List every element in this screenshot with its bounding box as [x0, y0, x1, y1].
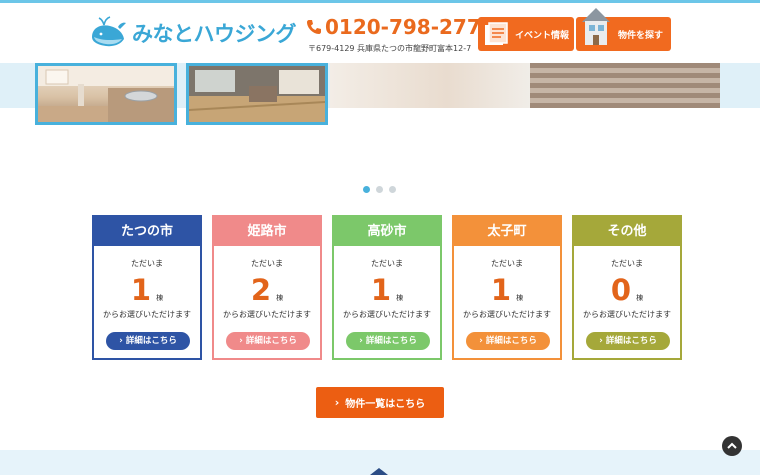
phone-icon [307, 20, 321, 34]
area-card-count-row: 1棟 [334, 273, 440, 307]
chevron-right-icon: › [334, 396, 340, 409]
area-card-count: 2 [250, 273, 272, 307]
footer-tab-marker [370, 468, 388, 475]
logo[interactable]: みなとハウジング [88, 13, 297, 53]
kitchen-photo [38, 66, 174, 122]
property-list-button[interactable]: › 物件一覧はこちら [316, 387, 444, 418]
area-card-detail-label: 詳細はこちら [245, 336, 297, 346]
area-card-himeji: 姫路市 ただいま 2棟 からお選びいただけます › 詳細はこちら [212, 215, 322, 360]
calendar-icon [485, 22, 508, 45]
area-card-title: 高砂市 [334, 217, 440, 246]
property-list-label: 物件一覧はこちら [345, 399, 426, 410]
area-card-taishi: 太子町 ただいま 1棟 からお選びいただけます › 詳細はこちら [452, 215, 562, 360]
phone-number-text: 0120-798-277 [325, 15, 481, 39]
area-card-title: たつの市 [94, 217, 200, 246]
property-search-button[interactable]: 物件を探す [576, 8, 671, 51]
slider-dot-3[interactable] [389, 186, 396, 193]
slider-dot-2[interactable] [376, 186, 383, 193]
area-cards: たつの市 ただいま 1棟 からお選びいただけます › 詳細はこちら 姫路市 ただい… [92, 215, 682, 360]
area-card-caption: からお選びいただけます [223, 310, 311, 319]
chevron-right-icon: › [359, 336, 363, 346]
area-card-unit: 棟 [396, 294, 404, 302]
area-card-detail-button[interactable]: › 詳細はこちら [346, 332, 430, 350]
area-card-now-label: ただいま [371, 259, 403, 268]
area-card-caption: からお選びいただけます [343, 310, 431, 319]
chevron-right-icon: › [239, 336, 243, 346]
area-card-count-row: 1棟 [454, 273, 560, 307]
chevron-right-icon: › [119, 336, 123, 346]
area-card-unit: 棟 [156, 294, 164, 302]
event-info-label: イベント情報 [515, 30, 570, 41]
area-card-unit: 棟 [636, 294, 644, 302]
slider-dot-1[interactable] [363, 186, 370, 193]
area-card-caption: からお選びいただけます [583, 310, 671, 319]
area-card-now-label: ただいま [131, 259, 163, 268]
area-card-count-row: 2棟 [214, 273, 320, 307]
area-card-count: 1 [490, 273, 512, 307]
area-card-detail-label: 詳細はこちら [365, 336, 417, 346]
whale-icon [92, 16, 126, 47]
chevron-right-icon: › [479, 336, 483, 346]
site-header: みなとハウジング 0120-798-277 〒679-4129 兵庫県たつの市龍… [0, 3, 760, 63]
area-card-count: 1 [130, 273, 152, 307]
hero-photo-sweater [530, 63, 720, 108]
property-search-label: 物件を探す [618, 30, 664, 41]
area-card-tatsuno: たつの市 ただいま 1棟 からお選びいただけます › 詳細はこちら [92, 215, 202, 360]
slider-thumbnail-living[interactable] [186, 63, 328, 125]
area-card-now-label: ただいま [611, 259, 643, 268]
back-to-top-button[interactable] [722, 436, 742, 456]
area-card-takasago: 高砂市 ただいま 1棟 からお選びいただけます › 詳細はこちら [332, 215, 442, 360]
event-info-button[interactable]: イベント情報 [478, 17, 574, 51]
living-room-photo [189, 66, 325, 122]
house-icon [582, 8, 610, 45]
area-card-caption: からお選びいただけます [463, 310, 551, 319]
area-card-caption: からお選びいただけます [103, 310, 191, 319]
area-card-detail-label: 詳細はこちら [485, 336, 537, 346]
slider-pagination [363, 186, 396, 193]
area-card-unit: 棟 [516, 294, 524, 302]
area-card-title: 姫路市 [214, 217, 320, 246]
area-card-count-row: 0棟 [574, 273, 680, 307]
area-card-unit: 棟 [276, 294, 284, 302]
area-card-detail-button[interactable]: › 詳細はこちら [586, 332, 670, 350]
area-card-count-row: 1棟 [94, 273, 200, 307]
company-address: 〒679-4129 兵庫県たつの市龍野町富本12-7 [308, 44, 472, 53]
area-card-detail-button[interactable]: › 詳細はこちら [106, 332, 190, 350]
area-card-title: その他 [574, 217, 680, 246]
area-card-detail-label: 詳細はこちら [125, 336, 177, 346]
logo-text: みなとハウジング [132, 22, 297, 46]
area-card-other: その他 ただいま 0棟 からお選びいただけます › 詳細はこちら [572, 215, 682, 360]
phone-number[interactable]: 0120-798-277 [306, 15, 481, 39]
chevron-right-icon: › [599, 336, 603, 346]
area-card-count: 1 [370, 273, 392, 307]
area-card-count: 0 [610, 273, 632, 307]
chevron-up-icon [727, 442, 737, 449]
area-card-detail-button[interactable]: › 詳細はこちら [226, 332, 310, 350]
area-card-now-label: ただいま [251, 259, 283, 268]
area-card-title: 太子町 [454, 217, 560, 246]
area-card-detail-label: 詳細はこちら [605, 336, 657, 346]
slider-thumbnail-kitchen[interactable] [35, 63, 177, 125]
area-card-detail-button[interactable]: › 詳細はこちら [466, 332, 550, 350]
area-card-now-label: ただいま [491, 259, 523, 268]
